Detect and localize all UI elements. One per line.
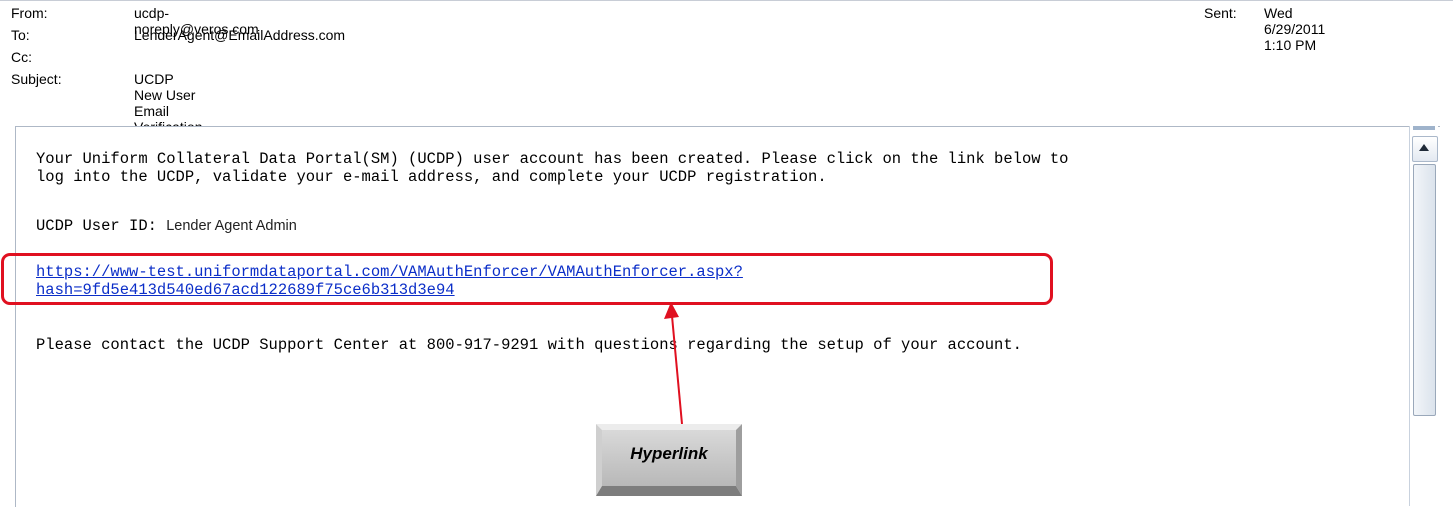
user-id-label: UCDP User ID: [36, 217, 157, 235]
to-value[interactable]: LenderAgent@EmailAddress.com [134, 27, 345, 43]
hyperlink-highlight-box [1, 253, 1053, 305]
annotation-arrow-icon [664, 302, 683, 425]
scrollbar-top-edge [1413, 126, 1435, 130]
body-paragraph-account-created: Your Uniform Collateral Data Portal(SM) … [36, 150, 1069, 186]
callout-label: Hyperlink [630, 444, 708, 463]
user-id-value: Lender Agent Admin [166, 218, 297, 234]
cc-label: Cc: [11, 49, 32, 65]
sent-label: Sent: [1204, 5, 1237, 21]
to-label: To: [11, 27, 30, 43]
email-header: From: ucdp-noreply@veros.com Sent: Wed 6… [0, 0, 1453, 151]
scroll-up-button[interactable] [1412, 136, 1438, 162]
subject-label: Subject: [11, 71, 62, 87]
vertical-scrollbar[interactable] [1409, 126, 1438, 506]
scroll-up-arrow-icon [1419, 144, 1429, 151]
from-label: From: [11, 5, 48, 21]
body-paragraph-support: Please contact the UCDP Support Center a… [36, 336, 1022, 354]
scroll-thumb[interactable] [1413, 164, 1436, 416]
user-id-line: UCDP User ID: Lender Agent Admin [36, 217, 1406, 235]
sent-value: Wed 6/29/2011 1:10 PM [1264, 5, 1326, 53]
